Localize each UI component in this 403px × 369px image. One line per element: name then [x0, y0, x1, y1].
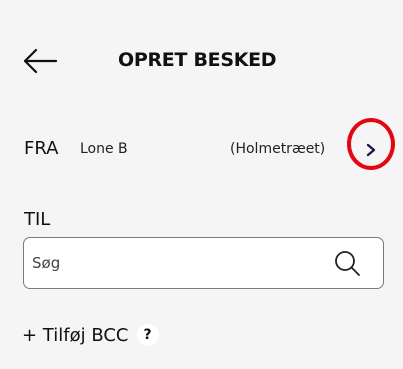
from-row[interactable]: FRA Lone B (Holmetræet): [0, 128, 403, 172]
from-label: FRA: [24, 138, 59, 159]
from-organization: (Holmetræet): [230, 141, 326, 157]
chevron-right-icon: [366, 143, 376, 157]
from-name: Lone B: [80, 141, 128, 157]
recipient-search-input[interactable]: [32, 238, 322, 287]
add-bcc-label: + Tilføj BCC: [22, 324, 129, 346]
page-title: OPRET BESKED: [118, 49, 277, 71]
recipient-search-box: [23, 237, 384, 289]
header: OPRET BESKED: [0, 0, 403, 120]
to-label: TIL: [24, 209, 51, 230]
back-button[interactable]: [22, 47, 58, 75]
search-icon[interactable]: [333, 249, 361, 277]
from-select-button[interactable]: [362, 140, 380, 160]
arrow-left-icon: [23, 48, 58, 74]
add-bcc-button[interactable]: + Tilføj BCC ?: [22, 320, 159, 350]
help-icon[interactable]: ?: [136, 324, 159, 346]
